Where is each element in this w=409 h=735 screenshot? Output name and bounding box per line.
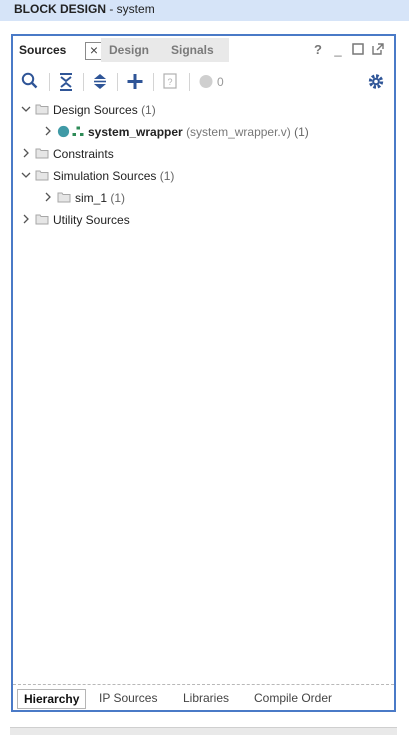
tree-row-constraints[interactable]: Constraints	[13, 144, 394, 164]
tab-compile-order[interactable]: Compile Order	[248, 689, 338, 709]
svg-text:?: ?	[167, 77, 172, 87]
tab-signals[interactable]: Signals	[167, 38, 229, 62]
tab-libraries[interactable]: Libraries	[177, 689, 235, 709]
maximize-icon[interactable]	[351, 43, 365, 57]
chevron-down-icon[interactable]	[20, 103, 32, 115]
tree-row-system-wrapper[interactable]: system_wrapper (system_wrapper.v) (1)	[13, 122, 394, 142]
tree-row-sim-1[interactable]: sim_1 (1)	[13, 188, 394, 208]
expand-all-icon[interactable]	[89, 70, 111, 92]
tab-signals-label: Signals	[171, 43, 214, 57]
collapse-all-icon[interactable]	[55, 70, 77, 92]
next-panel-edge	[10, 727, 397, 735]
properties-icon[interactable]: ?	[159, 70, 181, 92]
tree-label: Simulation Sources (1)	[53, 169, 175, 183]
tab-design[interactable]: Design	[101, 38, 167, 62]
gear-icon[interactable]	[365, 70, 387, 92]
status-dot-icon	[195, 70, 217, 92]
float-icon[interactable]	[371, 43, 385, 57]
chevron-right-icon[interactable]	[42, 191, 54, 203]
minimize-icon[interactable]: _	[331, 43, 345, 57]
toolbar-separator	[49, 73, 50, 91]
folder-icon	[35, 103, 49, 115]
title-rest: - system	[106, 2, 155, 16]
bottom-tab-strip: Hierarchy IP Sources Libraries Compile O…	[13, 684, 394, 710]
status-count: 0	[217, 75, 224, 89]
tree-label: Design Sources (1)	[53, 103, 156, 117]
tab-ip-sources[interactable]: IP Sources	[93, 689, 163, 709]
chevron-right-icon[interactable]	[42, 125, 54, 137]
folder-icon	[57, 191, 71, 203]
chevron-down-icon[interactable]	[20, 169, 32, 181]
toolbar-separator	[83, 73, 84, 91]
tree-label: Constraints	[53, 147, 114, 161]
add-sources-icon[interactable]	[124, 70, 146, 92]
sources-toolbar: ? 0	[13, 66, 394, 96]
tree-label: Utility Sources	[53, 213, 130, 227]
chevron-right-icon[interactable]	[20, 213, 32, 225]
window-title-bar: BLOCK DESIGN - system	[0, 0, 409, 21]
hierarchy-icon	[72, 126, 84, 140]
search-icon[interactable]	[19, 70, 41, 92]
tab-sources[interactable]: Sources ×	[13, 38, 109, 62]
tab-design-label: Design	[109, 43, 150, 57]
tree-label: system_wrapper (system_wrapper.v) (1)	[88, 125, 309, 139]
sources-panel: Sources × Design Signals ? _ ? 0 Design …	[11, 34, 396, 712]
tree-row-design-sources[interactable]: Design Sources (1)	[13, 100, 394, 120]
tab-hierarchy[interactable]: Hierarchy	[17, 689, 87, 709]
toolbar-separator	[189, 73, 190, 91]
folder-icon	[35, 169, 49, 181]
help-icon[interactable]: ?	[311, 43, 325, 57]
tab-sources-label: Sources	[19, 43, 67, 57]
folder-icon	[35, 147, 49, 159]
toolbar-separator	[117, 73, 118, 91]
folder-icon	[35, 213, 49, 225]
title-bold: BLOCK DESIGN	[14, 2, 107, 16]
toolbar-separator	[153, 73, 154, 91]
tab-strip: Sources × Design Signals ? _	[13, 36, 394, 64]
tree-label: sim_1 (1)	[75, 191, 126, 205]
tree-row-simulation-sources[interactable]: Simulation Sources (1)	[13, 166, 394, 186]
top-module-icon	[57, 125, 70, 141]
tree-row-utility-sources[interactable]: Utility Sources	[13, 210, 394, 230]
chevron-right-icon[interactable]	[20, 147, 32, 159]
